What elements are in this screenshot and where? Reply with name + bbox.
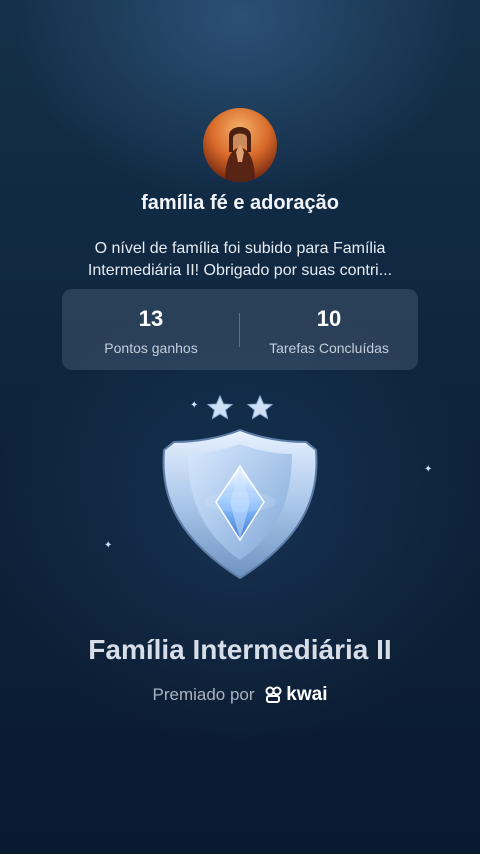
sparkle-icon: ✦	[104, 540, 113, 551]
stat-points-value: 13	[138, 306, 164, 331]
level-up-message: O nível de família foi subido para Famíl…	[87, 240, 393, 279]
awarded-by-label: Premiado por	[152, 685, 255, 704]
level-title: Família Intermediária II	[88, 634, 392, 665]
group-name[interactable]: família fé e adoração	[0, 192, 480, 215]
stat-tasks: 10 Tarefas Concluídas	[240, 289, 418, 370]
sparkle-icon: ✦	[424, 464, 433, 475]
stat-tasks-label: Tarefas Concluídas	[269, 340, 389, 356]
kwai-logo: kwai	[265, 684, 328, 706]
awarded-by: Premiado por kwai	[0, 684, 480, 706]
shield-gem-icon	[162, 394, 318, 580]
badge-stars	[206, 394, 274, 420]
stats-card: 13 Pontos ganhos 10 Tarefas Concluídas	[62, 289, 418, 370]
level-badge	[150, 390, 330, 590]
stat-points: 13 Pontos ganhos	[62, 289, 240, 370]
group-avatar[interactable]	[203, 108, 277, 182]
stat-tasks-value: 10	[316, 306, 342, 331]
kwai-icon	[265, 686, 282, 703]
stat-points-label: Pontos ganhos	[104, 340, 198, 356]
kwai-brand-text: kwai	[286, 684, 328, 705]
praying-figure-icon	[225, 127, 255, 182]
